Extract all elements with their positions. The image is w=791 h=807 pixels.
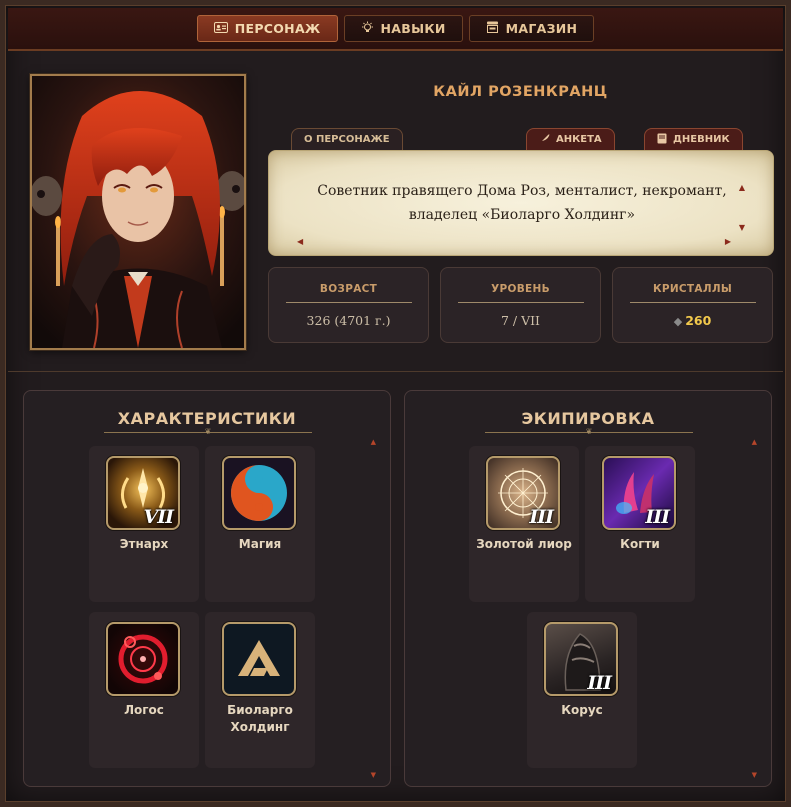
characteristic-card[interactable]: Биоларго Холдинг — [205, 612, 315, 768]
scroll-down-icon[interactable]: ▼ — [371, 771, 376, 779]
ornament-icon: ❦ — [585, 427, 593, 436]
stat-age-label: ВОЗРАСТ — [319, 283, 378, 295]
stat-crystals-value-row: ◆ 260 — [613, 313, 772, 328]
rank-label: III — [587, 672, 612, 694]
scroll-up-icon[interactable]: ▲ — [371, 438, 376, 446]
characteristic-name: Биоларго Холдинг — [227, 703, 293, 734]
title-rule: ❦ — [104, 428, 312, 436]
equipment-card[interactable]: III Когти — [585, 446, 695, 602]
equipment-title: ЭКИПИРОВКА — [521, 409, 655, 428]
tab-character[interactable]: ПЕРСОНАЖ — [196, 15, 338, 42]
tab-character-label: ПЕРСОНАЖ — [234, 21, 321, 36]
armor-icon: III — [544, 622, 618, 696]
equipment-panel: ЭКИПИРОВКА ❦ ▲ ▼ III Золотой лиор III Ко… — [404, 390, 772, 787]
rank-label: III — [529, 506, 554, 528]
characteristic-card[interactable]: Магия — [205, 446, 315, 602]
equipment-name: Золотой лиор — [476, 537, 572, 551]
characteristic-name: Магия — [238, 537, 282, 551]
yin-yang-icon — [222, 456, 296, 530]
equipment-name: Когти — [620, 537, 660, 551]
scroll-up-icon[interactable]: ▲ — [739, 183, 745, 192]
ornament-icon: ❦ — [204, 427, 212, 436]
stat-level-value: 7 / VII — [500, 313, 540, 328]
divider — [285, 302, 412, 303]
equipment-name: Корус — [561, 703, 603, 717]
rank-label: III — [645, 506, 670, 528]
equipment-card[interactable]: III Корус — [527, 612, 637, 768]
laurel-emblem-icon: VII — [106, 456, 180, 530]
book-icon — [657, 133, 667, 147]
golden-sigil-icon: III — [486, 456, 560, 530]
tab-about[interactable]: О ПЕРСОНАЖЕ — [291, 128, 403, 150]
divider — [457, 302, 584, 303]
character-description: Советник правящего Дома Роз, менталист, … — [317, 183, 727, 223]
characteristics-panel: ХАРАКТЕРИСТИКИ ❦ ▲ ▼ VII Этнарх Магия Ло… — [23, 390, 391, 787]
rank-label: VII — [143, 506, 174, 528]
description-scroll[interactable]: Советник правящего Дома Роз, менталист, … — [268, 150, 774, 256]
stat-level-label: УРОВЕНЬ — [491, 283, 550, 295]
characteristics-title: ХАРАКТЕРИСТИКИ — [117, 409, 297, 428]
section-divider — [8, 371, 783, 372]
characteristic-card[interactable]: VII Этнарх — [89, 446, 199, 602]
top-nav: ПЕРСОНАЖ НАВЫКИ МАГАЗИН — [8, 8, 783, 51]
gold-triangle-logo-icon — [222, 622, 296, 696]
characteristic-name: Этнарх — [119, 537, 169, 551]
tab-skills-label: НАВЫКИ — [380, 21, 446, 36]
characteristic-card[interactable]: Логос — [89, 612, 199, 768]
scroll-right-icon[interactable]: ▶ — [725, 237, 731, 246]
scroll-down-icon[interactable]: ▼ — [752, 771, 757, 779]
tab-shop-label: МАГАЗИН — [505, 21, 578, 36]
character-name: КАЙЛ РОЗЕНКРАНЦ — [433, 84, 608, 100]
diary-button-label: ДНЕВНИК — [673, 134, 730, 145]
form-button-label: АНКЕТА — [556, 134, 602, 145]
character-portrait — [30, 74, 246, 350]
crystal-icon: ◆ — [673, 315, 683, 328]
stat-crystals-label: КРИСТАЛЛЫ — [652, 283, 733, 295]
feather-icon — [539, 133, 550, 147]
tab-about-label: О ПЕРСОНАЖЕ — [304, 134, 390, 145]
characteristic-name: Логос — [124, 703, 164, 717]
stat-level: УРОВЕНЬ 7 / VII — [440, 267, 601, 343]
claws-icon: III — [602, 456, 676, 530]
scroll-down-icon[interactable]: ▼ — [739, 223, 745, 232]
stat-crystals: КРИСТАЛЛЫ ◆ 260 — [612, 267, 773, 343]
tab-skills[interactable]: НАВЫКИ — [343, 15, 463, 42]
stat-crystals-value: 260 — [685, 313, 712, 328]
scroll-left-icon[interactable]: ◀ — [297, 237, 303, 246]
title-rule: ❦ — [485, 428, 693, 436]
stat-age-value: 326 (4701 г.) — [306, 313, 391, 328]
tab-shop[interactable]: МАГАЗИН — [468, 15, 595, 42]
lightbulb-icon — [361, 21, 374, 37]
id-card-icon — [213, 21, 228, 36]
form-button[interactable]: АНКЕТА — [526, 128, 615, 150]
red-rune-circle-icon — [106, 622, 180, 696]
shop-icon — [486, 21, 499, 36]
divider — [629, 302, 756, 303]
diary-button[interactable]: ДНЕВНИК — [644, 128, 743, 150]
scroll-up-icon[interactable]: ▲ — [752, 438, 757, 446]
equipment-card[interactable]: III Золотой лиор — [469, 446, 579, 602]
stat-age: ВОЗРАСТ 326 (4701 г.) — [268, 267, 429, 343]
